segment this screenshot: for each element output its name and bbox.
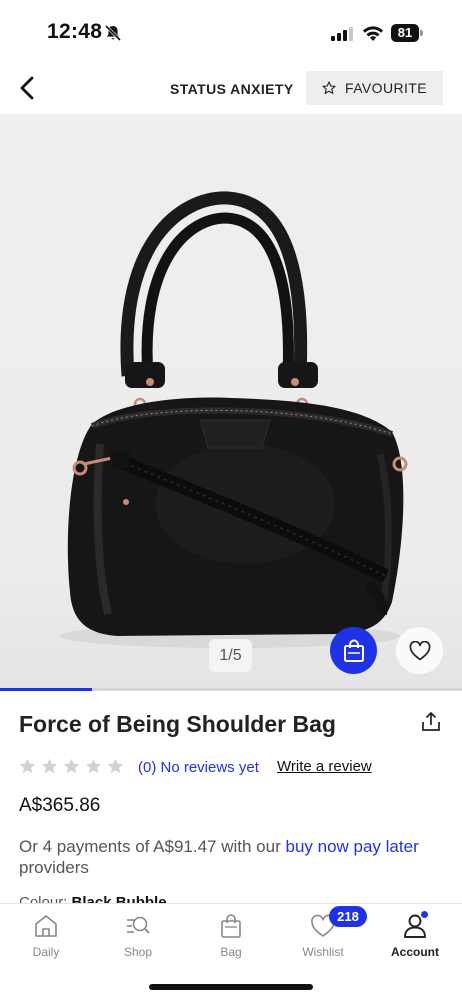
brand-name[interactable]: STATUS ANXIETY xyxy=(170,81,294,97)
payment-suffix: providers xyxy=(19,858,89,877)
star-icon xyxy=(63,758,80,774)
star-outline-icon xyxy=(322,81,336,95)
bell-slash-icon xyxy=(104,24,122,42)
product-price: A$365.86 xyxy=(19,795,101,816)
favourite-label: FAVOURITE xyxy=(345,80,427,96)
tab-label-bag: Bag xyxy=(220,945,242,959)
cellular-signal-icon xyxy=(331,27,353,41)
tab-daily[interactable]: Daily xyxy=(6,912,86,959)
status-bar: 12:48 81 xyxy=(0,0,462,62)
star-icon xyxy=(107,758,124,774)
share-icon[interactable] xyxy=(420,711,442,733)
product-image-gallery[interactable]: 1/5 xyxy=(0,114,462,691)
tab-label-wishlist: Wishlist xyxy=(302,945,344,959)
battery-icon: 81 xyxy=(391,24,423,42)
tab-label-account: Account xyxy=(391,945,439,959)
add-to-wishlist-button[interactable] xyxy=(396,627,443,674)
product-image xyxy=(60,191,408,648)
payment-info: Or 4 payments of A$91.47 with our buy no… xyxy=(19,836,419,878)
gallery-progress-fill xyxy=(0,688,93,691)
reviews-link[interactable]: (0) No reviews yet xyxy=(138,759,259,776)
add-to-bag-button[interactable] xyxy=(330,627,377,674)
bag-icon xyxy=(221,914,241,938)
star-icon xyxy=(41,758,58,774)
home-indicator xyxy=(149,984,313,990)
search-list-icon xyxy=(127,916,150,934)
product-title: Force of Being Shoulder Bag xyxy=(19,711,336,737)
home-icon xyxy=(35,915,57,937)
wifi-icon xyxy=(363,26,383,41)
chevron-left-icon[interactable] xyxy=(14,74,42,102)
tab-label-shop: Shop xyxy=(123,945,153,959)
gallery-progress-track xyxy=(0,688,462,691)
tab-account[interactable]: Account xyxy=(375,912,455,959)
battery-level: 81 xyxy=(391,24,419,42)
tab-bag[interactable]: Bag xyxy=(191,912,271,959)
heart-outline-icon xyxy=(409,640,430,660)
account-notification-dot xyxy=(421,911,428,918)
write-review-link[interactable]: Write a review xyxy=(277,758,372,775)
wishlist-count-badge: 218 xyxy=(329,906,367,927)
tab-label-daily: Daily xyxy=(32,945,60,959)
star-icon xyxy=(19,758,36,774)
payment-prefix: Or 4 payments of A$91.47 with our xyxy=(19,837,286,856)
shopping-bag-icon xyxy=(343,639,364,662)
tab-shop[interactable]: Shop xyxy=(98,912,178,959)
product-header: STATUS ANXIETY FAVOURITE xyxy=(0,62,462,114)
image-pager: 1/5 xyxy=(209,639,252,672)
favourite-brand-button[interactable]: FAVOURITE xyxy=(306,71,443,105)
status-time: 12:48 xyxy=(47,20,103,43)
star-icon xyxy=(85,758,102,774)
bnpl-link[interactable]: buy now pay later xyxy=(285,837,418,856)
rating-stars xyxy=(19,758,124,775)
